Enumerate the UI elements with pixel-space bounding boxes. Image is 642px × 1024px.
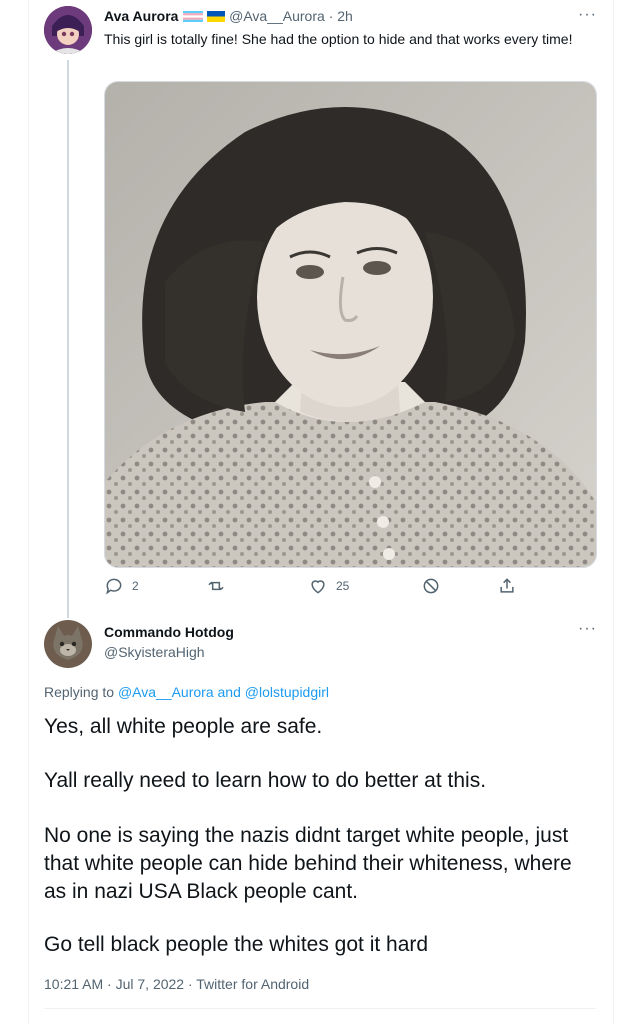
more-options-icon[interactable]: ··· xyxy=(578,6,597,24)
block-button[interactable] xyxy=(421,576,441,596)
reply-button[interactable]: 2 xyxy=(104,576,139,596)
heart-icon xyxy=(311,580,325,594)
tweet-header: Ava Aurora @Ava__Aurora · 2h xyxy=(104,8,353,24)
author-name[interactable]: Ava Aurora xyxy=(104,8,178,24)
share-button[interactable] xyxy=(497,576,517,596)
ukraine-flag-icon xyxy=(207,11,226,22)
like-count: 25 xyxy=(336,579,350,593)
tweet-time[interactable]: 2h xyxy=(337,8,353,24)
reply-count: 2 xyxy=(132,579,139,593)
replying-prefix: Replying to xyxy=(44,684,115,700)
mention-link[interactable]: @lolstupidgirl xyxy=(245,684,329,700)
mention-link[interactable]: @Ava__Aurora xyxy=(118,684,214,700)
reply-paragraph: Yall really need to learn how to do bett… xyxy=(44,769,487,792)
replying-and[interactable]: and xyxy=(218,684,241,700)
tweet-timestamp[interactable]: 10:21 AM · Jul 7, 2022 · Twitter for And… xyxy=(44,976,309,992)
reply-author-avatar[interactable] xyxy=(44,620,92,668)
reply-paragraph: No one is saying the nazis didnt target … xyxy=(44,824,572,903)
share-icon xyxy=(500,578,514,593)
author-avatar[interactable] xyxy=(44,6,92,54)
like-button[interactable]: 25 xyxy=(308,576,349,596)
tweet-photo[interactable] xyxy=(104,81,597,568)
header-separator: · xyxy=(328,8,334,24)
block-icon xyxy=(423,578,439,594)
retweet-button[interactable] xyxy=(206,576,226,596)
trans-flag-icon xyxy=(183,11,204,22)
retweet-icon xyxy=(208,581,224,591)
portrait-image xyxy=(105,82,596,567)
thread-line xyxy=(67,60,69,618)
reply-author-handle[interactable]: @SkyisteraHigh xyxy=(104,644,205,660)
reply-more-options-icon[interactable]: ··· xyxy=(578,620,597,638)
reply-icon xyxy=(106,578,122,595)
reply-paragraph: Go tell black people the whites got it h… xyxy=(44,933,429,956)
divider xyxy=(44,1008,596,1009)
author-handle[interactable]: @Ava__Aurora xyxy=(229,8,325,24)
cat-avatar-image xyxy=(44,620,92,668)
reply-author-name[interactable]: Commando Hotdog xyxy=(104,624,234,640)
replying-to: Replying to @Ava__Aurora and @lolstupidg… xyxy=(44,684,329,700)
tweet-text: This girl is totally fine! She had the o… xyxy=(104,31,573,47)
reply-paragraph: Yes, all white people are safe. xyxy=(44,715,323,738)
